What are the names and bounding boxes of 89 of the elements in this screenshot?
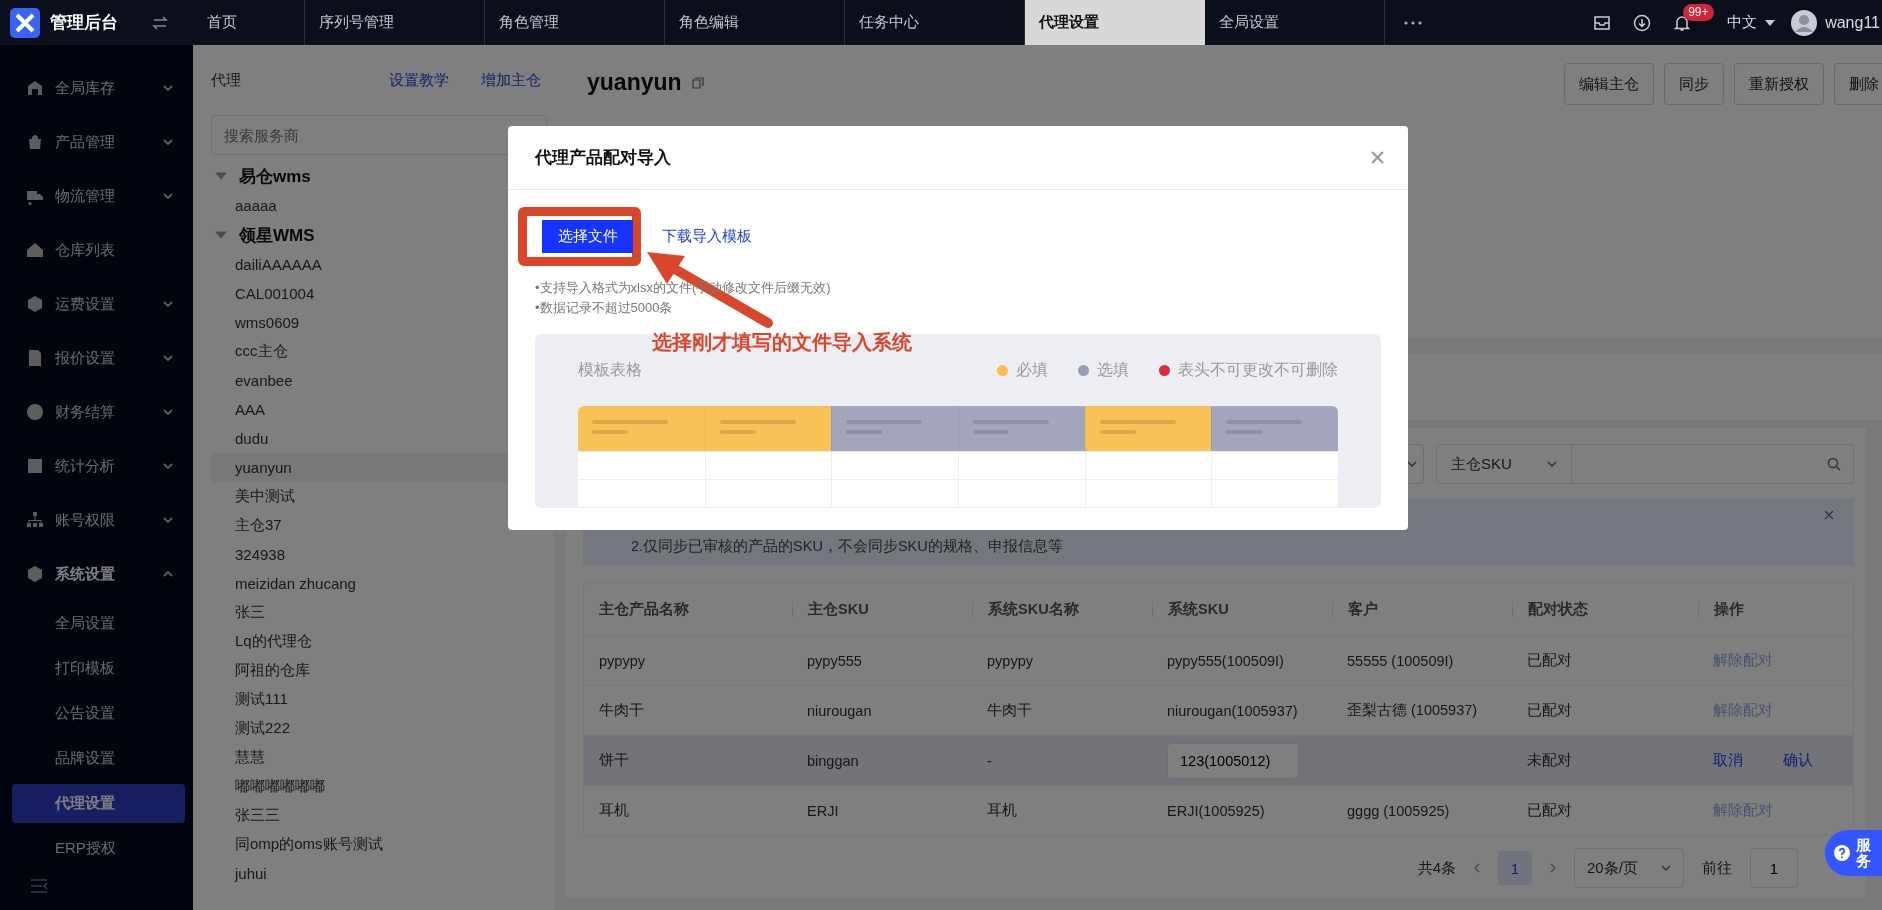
- notice-text: 2.仅同步已审核的产品的SKU，不会同步SKU的规格、申报信息等: [631, 537, 1063, 556]
- column-header: 系统SKU名称: [972, 601, 1152, 617]
- header-button[interactable]: 重新授权: [1734, 63, 1824, 105]
- detail-title: yuanyun: [587, 69, 682, 96]
- goto-page-input[interactable]: 1: [1750, 848, 1798, 888]
- table-cell: binggan: [807, 752, 859, 769]
- sidebar-subitem[interactable]: 打印模板: [12, 646, 185, 691]
- sidebar-item[interactable]: 报价设置: [0, 331, 193, 385]
- page-number[interactable]: 1: [1498, 851, 1532, 885]
- column-header: 配对状态: [1512, 601, 1698, 617]
- column-header: 系统SKU: [1152, 601, 1332, 617]
- table-cell: 饼干: [599, 752, 629, 768]
- table-cell: niurougan(1005937): [1167, 702, 1298, 719]
- column-header: 主仓产品名称: [598, 599, 690, 619]
- table-cell: pypypy: [599, 652, 645, 669]
- row-action-link[interactable]: 确认: [1783, 751, 1813, 770]
- table-cell: pypy555: [807, 652, 862, 669]
- tree-item[interactable]: meizidan zhucang: [211, 569, 547, 598]
- sidebar-subitem[interactable]: 代理设置: [12, 784, 185, 823]
- page-size-select[interactable]: 20条/页: [1574, 848, 1684, 888]
- hint-text: •数据记录不超过5000条: [535, 299, 674, 317]
- header-button[interactable]: 编辑主仓: [1564, 63, 1654, 105]
- user-name[interactable]: wang11: [1825, 13, 1880, 32]
- sidebar-item[interactable]: 产品管理: [0, 115, 193, 169]
- tree-item[interactable]: 测试222: [211, 714, 547, 743]
- status-text: 已配对: [1527, 802, 1572, 818]
- nav-tab[interactable]: 代理设置: [1025, 0, 1205, 45]
- tree-item[interactable]: 测试111: [211, 685, 547, 714]
- field-select[interactable]: 主仓SKU: [1436, 444, 1572, 484]
- sidebar-item[interactable]: 统计分析: [0, 439, 193, 493]
- sidebar-item[interactable]: 全局库存: [0, 61, 193, 115]
- sidebar-item[interactable]: 仓库列表: [0, 223, 193, 277]
- column-header: 客户: [1332, 601, 1512, 617]
- sidebar-subitem[interactable]: ERP授权: [12, 826, 185, 871]
- status-text: 已配对: [1527, 702, 1572, 718]
- annotation-text: 选择刚才填写的文件导入系统: [652, 330, 912, 355]
- goto-label: 前往: [1702, 858, 1732, 878]
- table-cell: gggg (1005925): [1347, 802, 1450, 819]
- tree-item[interactable]: 张三三: [211, 801, 547, 830]
- table-cell: ERJI: [807, 802, 839, 819]
- column-header: 主仓SKU: [792, 601, 972, 617]
- tree-item[interactable]: juhui: [211, 859, 547, 888]
- table-cell: 歪梨古德 (1005937): [1347, 702, 1478, 718]
- table-cell: pypypy: [987, 652, 1033, 669]
- tree-item[interactable]: 嘟嘟嘟嘟嘟嘟: [211, 772, 547, 801]
- tree-item[interactable]: Lq的代理仓: [211, 627, 547, 656]
- status-text: 未配对: [1527, 752, 1572, 768]
- sidebar-item[interactable]: 账号权限: [0, 493, 193, 547]
- sku-input[interactable]: 123(1005012): [1167, 742, 1299, 779]
- legend-label: 必填: [1016, 359, 1048, 380]
- app-title: 管理后台: [50, 12, 118, 34]
- sidebar-subitem[interactable]: 品牌设置: [12, 736, 185, 781]
- table-cell: 耳机: [987, 802, 1017, 818]
- status-text: 已配对: [1527, 652, 1572, 668]
- table-cell: pypy555(100509I): [1167, 652, 1284, 669]
- legend-label: 选填: [1097, 359, 1129, 380]
- tree-item[interactable]: 同omp的oms账号测试: [211, 830, 547, 859]
- sidebar-subitem[interactable]: 全局设置: [12, 601, 185, 646]
- legend-label: 表头不可更改不可删除: [1178, 359, 1338, 380]
- sidebar-item[interactable]: 财务结算: [0, 385, 193, 439]
- table-cell: 耳机: [599, 802, 629, 818]
- column-header: 操作: [1698, 601, 1853, 617]
- table-cell: 牛肉干: [987, 702, 1032, 718]
- tree-item[interactable]: 324938: [211, 540, 547, 569]
- sidebar-item[interactable]: 运费设置: [0, 277, 193, 331]
- service-button[interactable]: 服务: [1825, 830, 1882, 876]
- table-cell: niurougan: [807, 702, 872, 719]
- template-title: 模板表格: [578, 359, 642, 380]
- header-button[interactable]: 删除: [1834, 63, 1882, 105]
- total-count: 共4条: [1417, 858, 1456, 878]
- panel-link[interactable]: 增加主仓: [481, 70, 541, 90]
- table-cell: ERJI(1005925): [1167, 802, 1265, 819]
- sidebar-item[interactable]: 物流管理: [0, 169, 193, 223]
- download-template-link[interactable]: 下载导入模板: [662, 227, 752, 246]
- tree-item[interactable]: 阿祖的仓库: [211, 656, 547, 685]
- tree-item[interactable]: 慧慧: [211, 743, 547, 772]
- table-cell: 55555 (100509I): [1347, 652, 1454, 669]
- sidebar-subitem[interactable]: 公告设置: [12, 691, 185, 736]
- row-action-link[interactable]: 取消: [1713, 751, 1743, 770]
- notification-badge: 99+: [1683, 3, 1714, 21]
- sidebar-item[interactable]: 系统设置: [0, 547, 193, 601]
- language-selector[interactable]: 中文: [1727, 13, 1758, 32]
- table-cell: -: [987, 752, 992, 769]
- panel-title: 代理: [211, 70, 242, 90]
- choose-file-button[interactable]: 选择文件: [539, 220, 633, 253]
- panel-link[interactable]: 设置教学: [389, 70, 449, 90]
- table-cell: 牛肉干: [599, 702, 644, 718]
- tree-item[interactable]: 张三: [211, 598, 547, 627]
- header-button[interactable]: 同步: [1664, 63, 1724, 105]
